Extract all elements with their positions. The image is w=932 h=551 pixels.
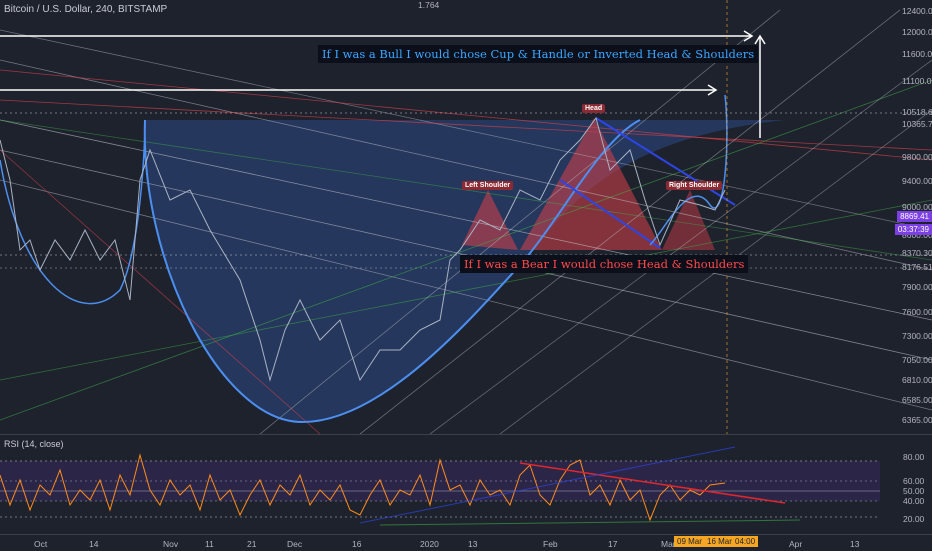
main-price-pane[interactable]: 12400.00 12000.00 11600.00 11100.00 10518.69… xyxy=(0,0,932,434)
head-label[interactable]: Head xyxy=(582,104,606,113)
right-shoulder-label[interactable]: Right Shoulder xyxy=(666,181,723,190)
time-badge-3: 04:00 xyxy=(732,536,759,547)
time-tick-label: 17 xyxy=(608,539,618,549)
rsi-tick-label: 20.00 xyxy=(903,514,925,524)
rsi-trendline-green xyxy=(379,519,801,526)
time-tick-label: Oct xyxy=(34,539,48,549)
current-price-badge: 8869.41 xyxy=(897,211,932,222)
time-tick-label: 13 xyxy=(468,539,478,549)
price-tick-label: 9400.00 xyxy=(902,176,932,186)
price-tick-label: 6585.00 xyxy=(902,395,932,405)
symbol-title[interactable]: Bitcoin / U.S. Dollar, 240, BITSTAMP xyxy=(4,4,167,15)
rsi-tick-label: 50.00 xyxy=(903,486,925,496)
time-tick-label: 11 xyxy=(205,539,214,549)
price-tick-label: 9800.00 xyxy=(902,152,932,162)
bear-annotation[interactable]: If I was a Bear I would chose Head & Sho… xyxy=(460,255,749,273)
price-tick-label: 6810.00 xyxy=(902,375,932,385)
time-tick-label: 21 xyxy=(247,539,257,549)
price-tick-label: 7600.00 xyxy=(902,307,932,317)
rsi-tick-label: 80.00 xyxy=(903,452,925,462)
time-axis[interactable]: Oct 14 Nov 11 21 Dec 16 2020 13 Feb 17 Mar Apr 13 09 … xyxy=(0,534,932,551)
time-axis-svg[interactable]: Oct 14 Nov 11 21 Dec 16 2020 13 Feb 17 Mar Apr 13 xyxy=(0,535,932,551)
price-tick-label: 11600.00 xyxy=(902,49,932,59)
price-tick-label: 7300.00 xyxy=(902,331,932,341)
price-tick-label: 7050.00 xyxy=(902,355,932,365)
left-small-cup xyxy=(0,119,146,305)
time-tick-label: Feb xyxy=(543,539,558,549)
countdown-badge: 03:37:39 xyxy=(894,224,932,235)
price-chart-svg[interactable]: 12400.00 12000.00 11600.00 11100.00 10518.69… xyxy=(0,0,932,434)
rsi-chart-svg[interactable]: 80.00 60.0050.0040.00 20.00 xyxy=(0,435,932,535)
price-tick-label: 11100.00 xyxy=(902,76,932,86)
price-tick-label: 7900.00 xyxy=(902,282,932,292)
rsi-tick-label: 40.00 xyxy=(903,496,925,506)
time-tick-label: 16 xyxy=(352,539,362,549)
rsi-title[interactable]: RSI (14, close) xyxy=(4,439,64,449)
time-tick-label: Apr xyxy=(789,539,802,549)
chart-window[interactable]: 12400.00 12000.00 11600.00 11100.00 10518.69… xyxy=(0,0,932,551)
price-tick-label: 8176.51 xyxy=(902,262,932,272)
time-tick-label: 13 xyxy=(850,539,860,549)
time-tick-label: Dec xyxy=(287,539,303,549)
time-tick-label: Nov xyxy=(163,539,179,549)
bull-annotation[interactable]: If I was a Bull I would chose Cup & Hand… xyxy=(318,45,759,63)
price-tick-label: 6365.00 xyxy=(902,415,932,425)
price-tick-label: 12400.00 xyxy=(902,6,932,16)
rsi-pane[interactable]: 80.00 60.00 50.00 40.00 20.00 RSI (14, close… xyxy=(0,434,932,535)
rsi-tick-label: 60.00 xyxy=(903,476,925,486)
price-tick-label: 10518.69 xyxy=(902,107,932,117)
time-tick-label: 14 xyxy=(89,539,99,549)
left-shoulder-label[interactable]: Left Shoulder xyxy=(462,181,514,190)
price-tick-label: 10365.77 xyxy=(902,119,932,129)
price-tick-label: 12000.00 xyxy=(902,27,932,37)
fib-level-label: 1.764 xyxy=(418,0,440,10)
rsi-axis[interactable]: 80.00 60.0050.0040.00 20.00 xyxy=(903,452,925,524)
time-tick-label: 2020 xyxy=(420,539,439,549)
price-tick-label: 8370.30 xyxy=(902,248,932,258)
